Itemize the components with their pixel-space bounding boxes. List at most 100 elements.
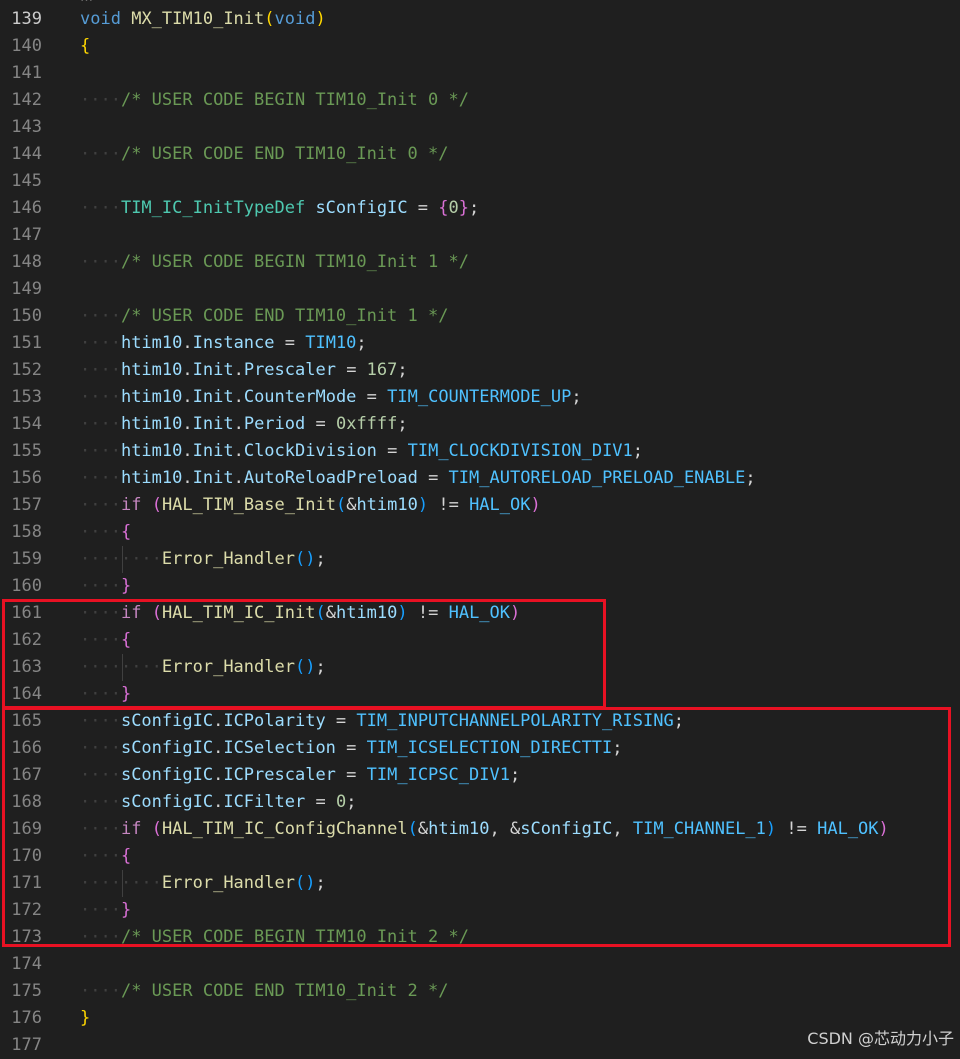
code-line[interactable]: 147 bbox=[0, 222, 960, 249]
indent-whitespace: ···· bbox=[80, 468, 121, 488]
code-token: { bbox=[120, 846, 132, 866]
code-token: htim10 bbox=[120, 441, 183, 461]
indent-whitespace: ···· bbox=[80, 819, 121, 839]
code-token: htim10 bbox=[120, 333, 183, 353]
line-code: ········ Error_Handler(); bbox=[80, 654, 326, 681]
code-line[interactable]: 164 ····} bbox=[0, 681, 960, 708]
code-token: htim10 bbox=[120, 468, 183, 488]
line-code: } bbox=[80, 1005, 90, 1032]
code-token: . bbox=[182, 387, 193, 407]
code-line[interactable]: 151 ····htim10.Instance = TIM10; bbox=[0, 330, 960, 357]
line-number: 139 bbox=[11, 9, 42, 29]
code-token: ( bbox=[151, 495, 162, 515]
code-token: ) bbox=[417, 495, 429, 515]
code-line[interactable]: 144 ····/* USER CODE END TIM10_Init 0 */ bbox=[0, 141, 960, 168]
code-line[interactable]: 154 ····htim10.Init.Period = 0xffff; bbox=[0, 411, 960, 438]
indent-whitespace: ···· bbox=[80, 387, 121, 407]
code-line[interactable]: 174 bbox=[0, 951, 960, 978]
code-token: htim10 bbox=[120, 414, 183, 434]
line-number: 161 bbox=[11, 603, 42, 623]
code-token: { bbox=[120, 630, 132, 650]
code-token: TIM10 bbox=[305, 333, 357, 353]
code-token: if bbox=[120, 819, 142, 839]
code-line[interactable]: 139 void MX_TIM10_Init(void) bbox=[0, 6, 960, 33]
code-line[interactable]: 166 ····sConfigIC.ICSelection = TIM_ICSEL… bbox=[0, 735, 960, 762]
code-token: { bbox=[438, 198, 449, 218]
code-line[interactable]: 142 ····/* USER CODE BEGIN TIM10_Init 0 *… bbox=[0, 87, 960, 114]
line-code: ····/* USER CODE END TIM10_Init 1 */ bbox=[80, 303, 448, 330]
line-code: ····htim10.Init.AutoReloadPreload = TIM_… bbox=[80, 465, 756, 492]
code-token: . bbox=[233, 387, 244, 407]
code-token: . bbox=[182, 333, 193, 353]
code-line[interactable]: 175 ····/* USER CODE END TIM10_Init 2 */ bbox=[0, 978, 960, 1005]
code-line[interactable]: 149 bbox=[0, 276, 960, 303]
code-token: Period bbox=[243, 414, 306, 434]
indent-whitespace: ···· bbox=[80, 198, 121, 218]
code-line[interactable]: 170 ····{ bbox=[0, 843, 960, 870]
code-line[interactable]: 155 ····htim10.Init.ClockDivision = TIM_C… bbox=[0, 438, 960, 465]
line-number: 146 bbox=[11, 198, 42, 218]
code-editor[interactable]: 139 void MX_TIM10_Init(void) 140{141 142 ···… bbox=[0, 6, 960, 1059]
code-line[interactable]: 160 ····} bbox=[0, 573, 960, 600]
code-line[interactable]: 143 bbox=[0, 114, 960, 141]
code-token: ) bbox=[397, 603, 408, 623]
code-line[interactable]: 159 ········ Error_Handler(); bbox=[0, 546, 960, 573]
code-line[interactable]: 167 ····sConfigIC.ICPrescaler = TIM_ICPSC… bbox=[0, 762, 960, 789]
code-token: . bbox=[233, 441, 244, 461]
code-token: /* USER CODE BEGIN TIM10_Init 1 */ bbox=[120, 252, 469, 272]
code-token: if bbox=[120, 495, 142, 515]
code-line[interactable]: 156 ····htim10.Init.AutoReloadPreload = T… bbox=[0, 465, 960, 492]
code-token: ( bbox=[294, 873, 306, 893]
code-line[interactable]: 168 ····sConfigIC.ICFilter = 0; bbox=[0, 789, 960, 816]
code-line[interactable]: 162 ····{ bbox=[0, 627, 960, 654]
code-line[interactable]: 158 ····{ bbox=[0, 519, 960, 546]
code-line[interactable]: 141 bbox=[0, 60, 960, 87]
code-line[interactable]: 157 ····if (HAL_TIM_Base_Init(&htim10) !=… bbox=[0, 492, 960, 519]
code-line[interactable]: 148 ····/* USER CODE BEGIN TIM10_Init 1 *… bbox=[0, 249, 960, 276]
code-line[interactable]: 152 ····htim10.Init.Prescaler = 167; bbox=[0, 357, 960, 384]
code-token: ( bbox=[407, 819, 418, 839]
indent-whitespace: ···· bbox=[80, 711, 121, 731]
indent-whitespace: ···· bbox=[80, 846, 121, 866]
line-code: ····/* USER CODE BEGIN TIM10_Init 1 */ bbox=[80, 249, 469, 276]
line-code: ····htim10.Init.ClockDivision = TIM_CLOC… bbox=[80, 438, 643, 465]
code-token: ; bbox=[745, 468, 756, 488]
code-token: ; bbox=[673, 711, 684, 731]
code-token: sConfigIC bbox=[520, 819, 613, 839]
code-line[interactable]: 150 ····/* USER CODE END TIM10_Init 1 */ bbox=[0, 303, 960, 330]
code-token: { bbox=[120, 522, 132, 542]
code-line[interactable]: 173 ····/* USER CODE BEGIN TIM10_Init 2 *… bbox=[0, 924, 960, 951]
code-line[interactable]: 169 ····if (HAL_TIM_IC_ConfigChannel(&hti… bbox=[0, 816, 960, 843]
code-token: = bbox=[356, 387, 388, 407]
line-number: 153 bbox=[11, 387, 42, 407]
code-token: ; bbox=[315, 657, 326, 677]
code-token: htim10 bbox=[428, 819, 490, 839]
code-line[interactable]: 165 ····sConfigIC.ICPolarity = TIM_INPUTC… bbox=[0, 708, 960, 735]
code-line[interactable]: 163 ········ Error_Handler(); bbox=[0, 654, 960, 681]
line-code: ····{ bbox=[80, 627, 131, 654]
line-code: ····htim10.Instance = TIM10; bbox=[80, 330, 367, 357]
code-token: . bbox=[182, 441, 193, 461]
code-token: ) bbox=[510, 603, 521, 623]
code-token: ) bbox=[305, 549, 316, 569]
code-token: } bbox=[120, 684, 132, 704]
indent-whitespace: ···· bbox=[120, 657, 162, 677]
code-token: ) bbox=[765, 819, 777, 839]
code-line[interactable]: 153 ····htim10.Init.CounterMode = TIM_COU… bbox=[0, 384, 960, 411]
code-line[interactable]: 145 bbox=[0, 168, 960, 195]
line-number: 148 bbox=[11, 252, 42, 272]
code-token: , bbox=[489, 819, 510, 839]
code-token: TIM_CLOCKDIVISION_DIV1 bbox=[407, 441, 633, 461]
indent-whitespace: ···· bbox=[80, 495, 121, 515]
code-line[interactable]: 146 ····TIM_IC_InitTypeDef sConfigIC = {0… bbox=[0, 195, 960, 222]
code-token: HAL_TIM_IC_Init bbox=[161, 603, 316, 623]
line-code: void MX_TIM10_Init(void) bbox=[80, 6, 326, 33]
code-line[interactable]: 161 ····if (HAL_TIM_IC_Init(&htim10) != H… bbox=[0, 600, 960, 627]
code-token: ; bbox=[397, 414, 408, 434]
code-token: AutoReloadPreload bbox=[243, 468, 418, 488]
code-line[interactable]: 140 { bbox=[0, 33, 960, 60]
code-line[interactable]: 172 ····} bbox=[0, 897, 960, 924]
code-line[interactable]: 171 ········ Error_Handler(); bbox=[0, 870, 960, 897]
code-token: ( bbox=[264, 9, 275, 29]
